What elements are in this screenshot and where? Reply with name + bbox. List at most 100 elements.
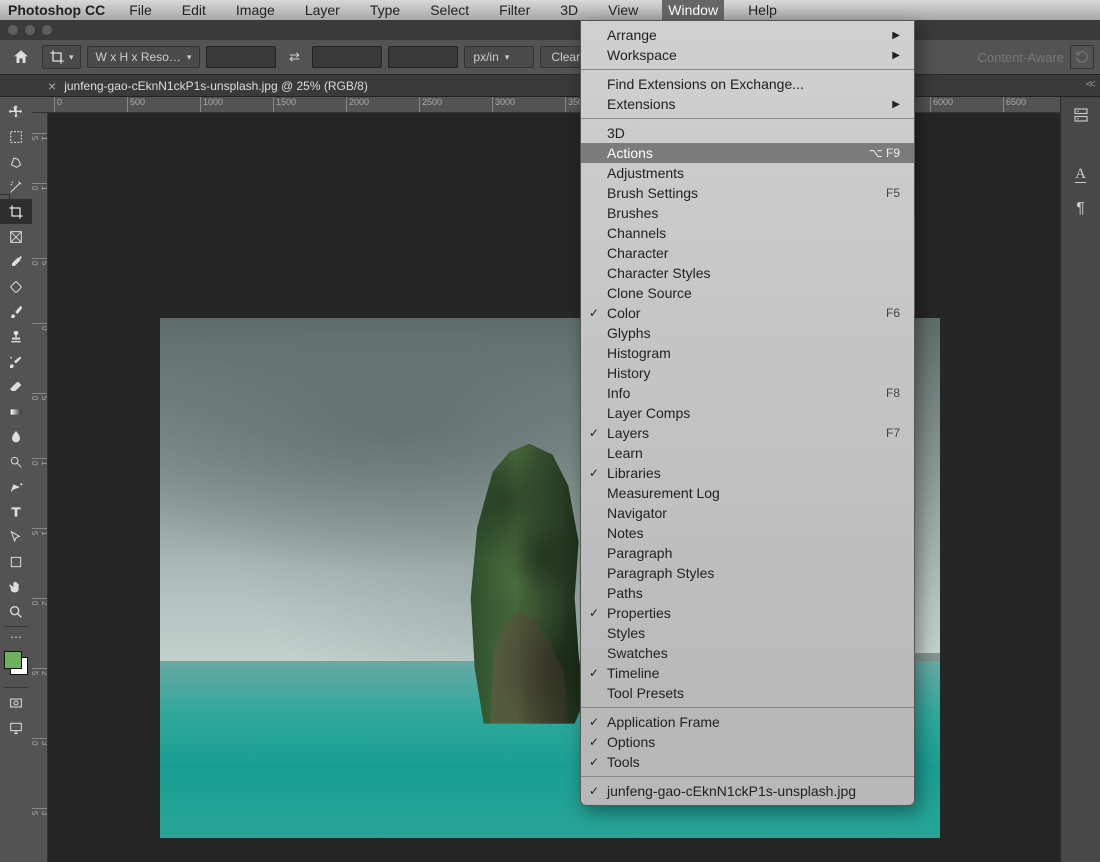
menu-item-channels[interactable]: Channels bbox=[581, 223, 914, 243]
menu-item-libraries[interactable]: ✓Libraries bbox=[581, 463, 914, 483]
menu-item-brushes[interactable]: Brushes bbox=[581, 203, 914, 223]
menu-item-measurement-log[interactable]: Measurement Log bbox=[581, 483, 914, 503]
home-icon[interactable] bbox=[6, 43, 36, 71]
options-bar: ▾ W x H x Reso… ▾ ⇄ px/in ▾ Clear Conten… bbox=[0, 40, 1100, 75]
ratio-select[interactable]: W x H x Reso… ▾ bbox=[87, 46, 201, 68]
color-chips[interactable] bbox=[0, 649, 32, 679]
menu-window[interactable]: Window bbox=[662, 0, 724, 20]
dodge-tool[interactable] bbox=[0, 449, 32, 474]
menu-file[interactable]: File bbox=[123, 0, 158, 20]
menu-3d[interactable]: 3D bbox=[554, 0, 584, 20]
menu-item-learn[interactable]: Learn bbox=[581, 443, 914, 463]
menu-type[interactable]: Type bbox=[364, 0, 406, 20]
menu-item-arrange[interactable]: Arrange▶ bbox=[581, 25, 914, 45]
fg-color-chip[interactable] bbox=[4, 651, 22, 669]
width-input[interactable] bbox=[206, 46, 276, 68]
content-aware-label: Content-Aware bbox=[978, 50, 1064, 65]
height-input[interactable] bbox=[312, 46, 382, 68]
close-tab-icon[interactable]: × bbox=[48, 79, 56, 93]
menu-select[interactable]: Select bbox=[424, 0, 475, 20]
menu-item-tools[interactable]: ✓Tools bbox=[581, 752, 914, 772]
lasso-tool[interactable] bbox=[0, 149, 32, 174]
menu-item-workspace[interactable]: Workspace▶ bbox=[581, 45, 914, 65]
more-tools-icon[interactable]: ⋯ bbox=[0, 629, 32, 645]
eyedropper-tool[interactable] bbox=[0, 249, 32, 274]
minimize-window-icon[interactable] bbox=[25, 25, 35, 35]
menu-item-properties[interactable]: ✓Properties bbox=[581, 603, 914, 623]
menu-item-clone-source[interactable]: Clone Source bbox=[581, 283, 914, 303]
menu-item-styles[interactable]: Styles bbox=[581, 623, 914, 643]
close-window-icon[interactable] bbox=[8, 25, 18, 35]
menu-item-notes[interactable]: Notes bbox=[581, 523, 914, 543]
menu-item-color[interactable]: ✓ColorF6 bbox=[581, 303, 914, 323]
menu-item-layer-comps[interactable]: Layer Comps bbox=[581, 403, 914, 423]
crop-tool-chip[interactable]: ▾ bbox=[42, 45, 81, 69]
menu-item-actions[interactable]: Actions⌥ F9 bbox=[581, 143, 914, 163]
magic-wand-tool[interactable] bbox=[0, 174, 32, 199]
paragraph-panel-icon[interactable]: ¶ bbox=[1067, 195, 1095, 223]
marquee-tool[interactable] bbox=[0, 124, 32, 149]
swap-icon[interactable]: ⇄ bbox=[282, 45, 306, 69]
unit-select[interactable]: px/in ▾ bbox=[464, 46, 534, 68]
eraser-tool[interactable] bbox=[0, 374, 32, 399]
pen-tool[interactable] bbox=[0, 474, 32, 499]
crop-tool[interactable] bbox=[0, 199, 32, 224]
properties-panel-icon[interactable] bbox=[1067, 101, 1095, 129]
menu-item-3d[interactable]: 3D bbox=[581, 123, 914, 143]
quickmask-icon[interactable] bbox=[0, 690, 32, 715]
menu-edit[interactable]: Edit bbox=[176, 0, 212, 20]
menu-item-find-extensions-on-exchange-[interactable]: Find Extensions on Exchange... bbox=[581, 74, 914, 94]
menu-item-histogram[interactable]: Histogram bbox=[581, 343, 914, 363]
menu-item-extensions[interactable]: Extensions▶ bbox=[581, 94, 914, 114]
check-icon: ✓ bbox=[589, 426, 599, 440]
menu-item-paragraph[interactable]: Paragraph bbox=[581, 543, 914, 563]
menu-item-options[interactable]: ✓Options bbox=[581, 732, 914, 752]
stamp-tool[interactable] bbox=[0, 324, 32, 349]
panel-expand-icon[interactable]: ≪ bbox=[1086, 79, 1096, 90]
menu-item-brush-settings[interactable]: Brush SettingsF5 bbox=[581, 183, 914, 203]
check-icon: ✓ bbox=[589, 735, 599, 749]
menu-item-navigator[interactable]: Navigator bbox=[581, 503, 914, 523]
screenmode-icon[interactable] bbox=[0, 715, 32, 740]
menu-item-swatches[interactable]: Swatches bbox=[581, 643, 914, 663]
app-name: Photoshop CC bbox=[8, 2, 105, 18]
menu-item-info[interactable]: InfoF8 bbox=[581, 383, 914, 403]
menu-layer[interactable]: Layer bbox=[299, 0, 346, 20]
menu-image[interactable]: Image bbox=[230, 0, 281, 20]
gradient-tool[interactable] bbox=[0, 399, 32, 424]
menu-item-character-styles[interactable]: Character Styles bbox=[581, 263, 914, 283]
text-tool[interactable] bbox=[0, 499, 32, 524]
menu-item-adjustments[interactable]: Adjustments bbox=[581, 163, 914, 183]
move-tool[interactable] bbox=[0, 99, 32, 124]
check-icon: ✓ bbox=[589, 466, 599, 480]
menu-item-tool-presets[interactable]: Tool Presets bbox=[581, 683, 914, 703]
shape-tool[interactable] bbox=[0, 549, 32, 574]
menu-item-character[interactable]: Character bbox=[581, 243, 914, 263]
path-select-tool[interactable] bbox=[0, 524, 32, 549]
menu-item-layers[interactable]: ✓LayersF7 bbox=[581, 423, 914, 443]
brush-tool[interactable] bbox=[0, 299, 32, 324]
menu-item-paragraph-styles[interactable]: Paragraph Styles bbox=[581, 563, 914, 583]
menu-view[interactable]: View bbox=[602, 0, 644, 20]
menu-item-junfeng-gao-ceknn1ckp1s-unsplash-jpg[interactable]: ✓junfeng-gao-cEknN1ckP1s-unsplash.jpg bbox=[581, 781, 914, 801]
hand-tool[interactable] bbox=[0, 574, 32, 599]
history-brush-tool[interactable] bbox=[0, 349, 32, 374]
reset-icon[interactable] bbox=[1070, 45, 1094, 69]
menu-item-application-frame[interactable]: ✓Application Frame bbox=[581, 712, 914, 732]
character-panel-icon[interactable]: A bbox=[1067, 161, 1095, 189]
zoom-tool[interactable] bbox=[0, 599, 32, 624]
resolution-input[interactable] bbox=[388, 46, 458, 68]
menu-item-glyphs[interactable]: Glyphs bbox=[581, 323, 914, 343]
menu-item-paths[interactable]: Paths bbox=[581, 583, 914, 603]
blur-tool[interactable] bbox=[0, 424, 32, 449]
healing-tool[interactable] bbox=[0, 274, 32, 299]
menu-item-timeline[interactable]: ✓Timeline bbox=[581, 663, 914, 683]
menu-filter[interactable]: Filter bbox=[493, 0, 536, 20]
submenu-arrow-icon: ▶ bbox=[892, 99, 900, 110]
menu-item-history[interactable]: History bbox=[581, 363, 914, 383]
check-icon: ✓ bbox=[589, 715, 599, 729]
maximize-window-icon[interactable] bbox=[42, 25, 52, 35]
document-tab[interactable]: × junfeng-gao-cEknN1ckP1s-unsplash.jpg @… bbox=[40, 79, 376, 93]
frame-tool[interactable] bbox=[0, 224, 32, 249]
menu-help[interactable]: Help bbox=[742, 0, 783, 20]
